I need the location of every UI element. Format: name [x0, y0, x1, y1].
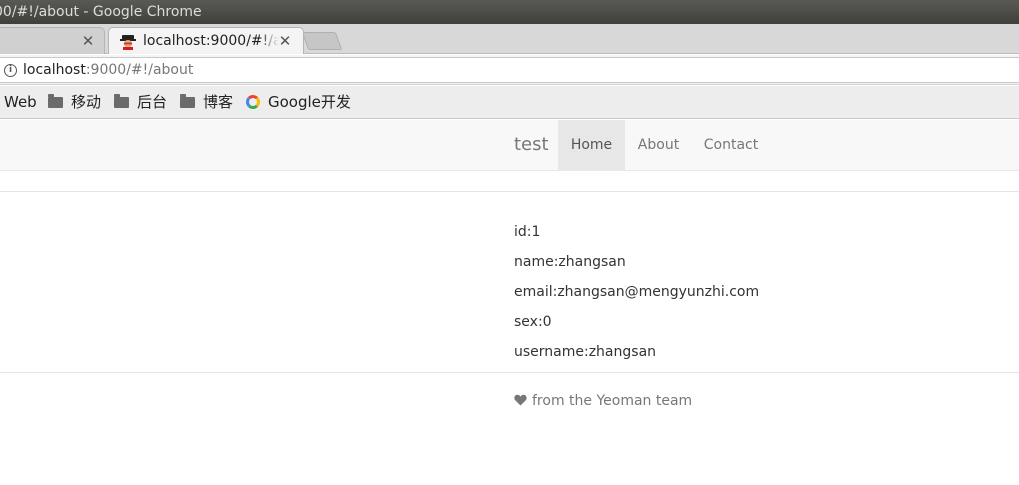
omnibox[interactable]: i localhost:9000/#!/about: [0, 57, 1019, 83]
close-tab-icon[interactable]: ✕: [80, 28, 96, 54]
bookmarks-bar: Web 移动 后台 博客 Google开发: [0, 86, 1019, 119]
bookmark-label: Web: [4, 93, 37, 111]
bookmark-google-dev[interactable]: Google开发: [246, 86, 351, 118]
url-text[interactable]: localhost:9000/#!/about: [23, 58, 193, 82]
nav-link-home[interactable]: Home: [558, 120, 625, 170]
footer-divider: [0, 372, 1019, 373]
user-username: username:zhangsan: [514, 344, 657, 360]
user-email: email:zhangsan@mengyunzhi.com: [514, 284, 760, 300]
window-title-bar: 00/#!/about - Google Chrome: [0, 0, 1019, 24]
new-tab-button[interactable]: [301, 32, 343, 50]
navbar-brand[interactable]: test: [514, 120, 549, 170]
address-bar: i localhost:9000/#!/about: [0, 55, 1019, 85]
bookmark-folder-blog[interactable]: 博客: [180, 86, 233, 118]
nav-link-about[interactable]: About: [625, 120, 692, 170]
tab-title: localhost:9000/#!/about: [143, 28, 279, 54]
bookmark-folder-mobile[interactable]: 移动: [48, 86, 101, 118]
bookmark-label: 后台: [137, 93, 168, 111]
bookmark-folder-backend[interactable]: 后台: [114, 86, 167, 118]
heart-icon: [514, 394, 527, 406]
footer-text: from the Yeoman team: [532, 393, 693, 409]
info-icon[interactable]: i: [4, 64, 17, 77]
user-name: name:zhangsan: [514, 254, 626, 270]
header-divider: [0, 191, 1019, 192]
yeoman-favicon-icon: [120, 35, 136, 50]
bookmark-label: 移动: [71, 93, 102, 111]
folder-icon: [48, 94, 63, 108]
user-sex: sex:0: [514, 314, 552, 330]
bookmark-label: 博客: [203, 93, 234, 111]
tab-strip: ✕ localhost:9000/#!/about ✕: [0, 24, 1019, 54]
close-tab-icon[interactable]: ✕: [277, 28, 293, 54]
bookmark-web[interactable]: Web: [4, 86, 37, 118]
window-title: 00/#!/about - Google Chrome: [0, 4, 202, 20]
bookmark-label: Google开发: [268, 93, 351, 111]
folder-icon: [180, 94, 195, 108]
site-navbar: test Home About Contact: [0, 120, 1019, 171]
url-path: :9000/#!/about: [85, 62, 194, 78]
tab-inactive[interactable]: ✕: [0, 27, 105, 54]
footer: from the Yeoman team: [514, 393, 692, 409]
tab-active[interactable]: localhost:9000/#!/about ✕: [108, 27, 304, 54]
url-host: localhost: [23, 62, 86, 78]
nav-link-contact[interactable]: Contact: [692, 120, 770, 170]
folder-icon: [114, 94, 129, 108]
google-icon: [246, 95, 260, 109]
user-id: id:1: [514, 224, 541, 240]
